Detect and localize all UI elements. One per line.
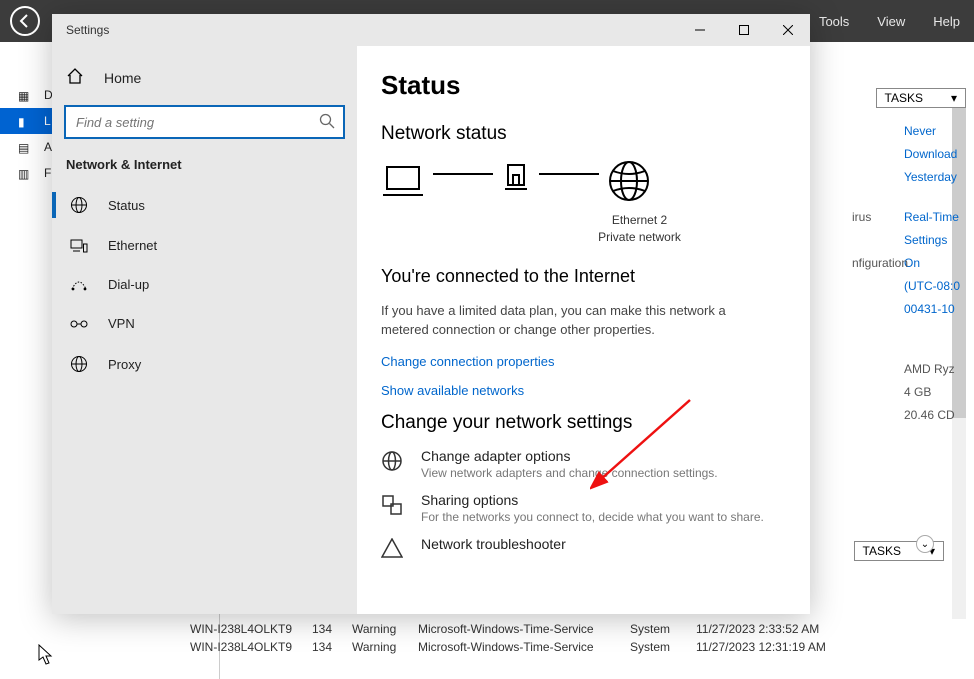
option-sub: For the networks you connect to, decide …	[421, 510, 764, 524]
option-sub: View network adapters and change connect…	[421, 466, 718, 480]
menu-help[interactable]: Help	[919, 0, 974, 42]
option-title: Change adapter options	[421, 448, 718, 464]
menu-tools[interactable]: Tools	[805, 0, 863, 42]
bg-side-label: nfiguration	[852, 252, 908, 275]
minimize-icon	[695, 25, 705, 35]
bg-link[interactable]: (UTC-08:0	[904, 275, 960, 298]
nav-label: Ethernet	[108, 238, 157, 253]
menu-view[interactable]: View	[863, 0, 919, 42]
home-label: Home	[104, 70, 141, 86]
search-icon	[319, 113, 335, 132]
minimize-button[interactable]	[678, 14, 722, 46]
change-settings-heading: Change your network settings	[381, 412, 810, 434]
bg-link[interactable]: Settings	[904, 229, 960, 252]
computer-icon	[381, 161, 425, 204]
option-title: Network troubleshooter	[421, 536, 566, 552]
section-title: Network status	[381, 123, 810, 145]
page-title: Status	[381, 70, 810, 101]
connected-heading: You're connected to the Internet	[381, 266, 810, 287]
home-button[interactable]: Home	[52, 62, 357, 93]
bg-static: 20.46 CD	[904, 404, 960, 427]
settings-sidebar: Home Network & Internet Status Ethernet …	[52, 46, 357, 614]
option-title: Sharing options	[421, 492, 764, 508]
bg-link[interactable]: Never	[904, 120, 960, 143]
window-titlebar[interactable]: Settings	[52, 14, 810, 46]
close-icon	[783, 25, 793, 35]
bg-static: 4 GB	[904, 381, 960, 404]
window-title: Settings	[66, 23, 109, 37]
nav-ethernet[interactable]: Ethernet	[52, 226, 357, 265]
bg-link[interactable]: 00431-10	[904, 298, 960, 321]
chevron-down-icon: ▾	[951, 91, 957, 105]
close-button[interactable]	[766, 14, 810, 46]
tasks-button[interactable]: TASKS▾	[876, 88, 967, 108]
bg-right-panel: TASKS▾	[808, 42, 966, 108]
nav-label: Status	[108, 198, 145, 213]
expand-toggle[interactable]: ⌄	[916, 535, 934, 553]
globe-icon	[70, 196, 88, 214]
chevron-down-icon: ⌄	[921, 539, 929, 550]
bg-static: AMD Ryz	[904, 358, 960, 381]
dialup-icon	[70, 278, 88, 292]
nav-proxy[interactable]: Proxy	[52, 343, 357, 385]
nav-vpn[interactable]: VPN	[52, 304, 357, 343]
maximize-icon	[739, 25, 749, 35]
link-connection-properties[interactable]: Change connection properties	[381, 354, 786, 369]
nav-dialup[interactable]: Dial-up	[52, 265, 357, 304]
back-button[interactable]	[10, 6, 40, 36]
router-icon	[501, 161, 531, 204]
home-icon	[66, 68, 84, 87]
bg-link[interactable]: Yesterday	[904, 166, 960, 189]
cursor-icon	[38, 644, 54, 666]
network-label: Ethernet 2 Private network	[469, 212, 810, 246]
event-table: WIN-I238L4OLKT9 134 Warning Microsoft-Wi…	[190, 620, 964, 656]
adapter-icon	[381, 448, 405, 475]
link-available-networks[interactable]: Show available networks	[381, 383, 786, 398]
bg-link[interactable]: On	[904, 252, 960, 275]
arrow-left-icon	[17, 13, 33, 29]
option-sharing[interactable]: Sharing options For the networks you con…	[381, 492, 786, 524]
globe-icon	[607, 159, 651, 206]
maximize-button[interactable]	[722, 14, 766, 46]
nav-label: Dial-up	[108, 277, 149, 292]
nav-label: Proxy	[108, 357, 141, 372]
vpn-icon	[70, 318, 88, 330]
network-diagram	[381, 159, 810, 206]
option-adapter[interactable]: Change adapter options View network adap…	[381, 448, 786, 480]
connected-body: If you have a limited data plan, you can…	[381, 301, 761, 340]
category-header: Network & Internet	[52, 157, 357, 184]
ethernet-icon	[70, 239, 88, 253]
bg-side-label: irus	[852, 206, 871, 229]
bg-links-list: Never Download Yesterday irus Real-Time …	[904, 120, 960, 427]
table-row[interactable]: WIN-I238L4OLKT9 134 Warning Microsoft-Wi…	[190, 638, 964, 656]
bg-link[interactable]: Download	[904, 143, 960, 166]
nav-label: VPN	[108, 316, 135, 331]
proxy-icon	[70, 355, 88, 373]
table-row[interactable]: WIN-I238L4OLKT9 134 Warning Microsoft-Wi…	[190, 620, 964, 638]
warning-icon	[381, 536, 405, 561]
settings-content: Status Network status Ethernet 2 Private…	[357, 46, 810, 614]
nav-status[interactable]: Status	[52, 184, 357, 226]
sharing-icon	[381, 492, 405, 519]
option-troubleshooter[interactable]: Network troubleshooter	[381, 536, 786, 561]
bg-link[interactable]: Real-Time	[904, 206, 960, 229]
search-input[interactable]	[64, 105, 345, 139]
settings-window: Settings Home Network & Internet Status	[52, 14, 810, 614]
